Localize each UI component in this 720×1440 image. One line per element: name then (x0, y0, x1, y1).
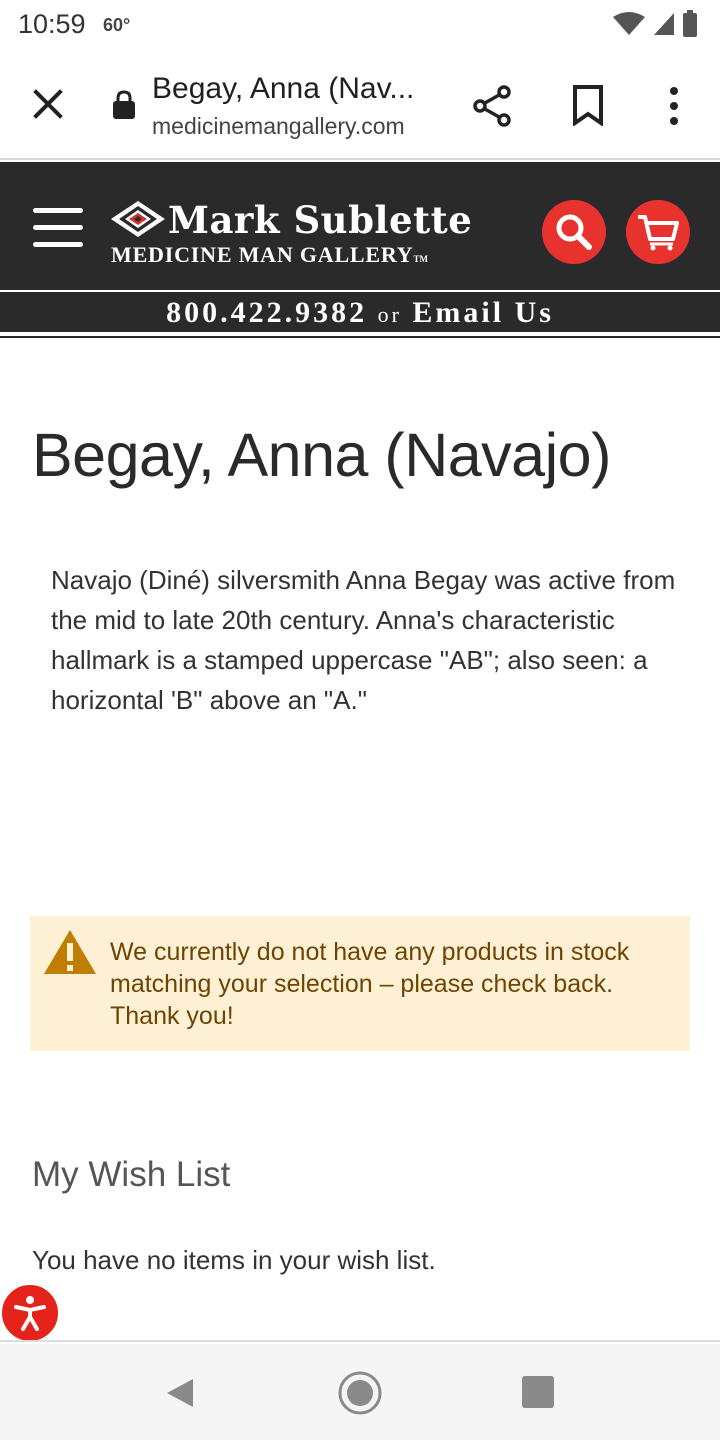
logo-diamond-icon[interactable] (110, 200, 166, 238)
back-icon[interactable] (163, 1376, 197, 1410)
url-text[interactable]: medicinemangallery.com (152, 113, 405, 140)
recents-icon[interactable] (522, 1376, 554, 1408)
status-temperature: 60° (103, 15, 131, 35)
warning-icon (44, 930, 96, 974)
accessibility-button[interactable] (0, 1283, 60, 1343)
wishlist-empty-message: You have no items in your wish list. (32, 1245, 436, 1275)
header-divider (0, 336, 720, 338)
browser-toolbar: Begay, Anna (Nav... medicinemangallery.c… (0, 50, 720, 160)
signal-icon (654, 13, 674, 35)
status-time: 10:59 (18, 9, 86, 39)
cart-button[interactable] (626, 200, 690, 264)
wishlist-title: My Wish List (32, 1155, 231, 1194)
email-link[interactable]: Email Us (412, 296, 554, 329)
status-icons (612, 10, 698, 38)
site-header: Mark Sublette MEDICINE MAN GALLERYTM (0, 162, 720, 290)
page-title: Begay, Anna (Navajo) (32, 421, 611, 489)
status-bar: 10:59 60° (0, 0, 720, 50)
wifi-icon (613, 12, 645, 35)
battery-icon (683, 10, 697, 37)
cart-icon (638, 215, 679, 251)
page-tab-title[interactable]: Begay, Anna (Nav... (152, 72, 414, 106)
or-text: or (377, 302, 402, 327)
home-icon[interactable] (337, 1370, 383, 1416)
accessibility-icon (14, 1296, 46, 1331)
artist-description: Navajo (Diné) silversmith Anna Begay was… (51, 565, 676, 715)
contact-bar: 800.422.9382 or Email Us (0, 290, 720, 334)
close-icon[interactable] (28, 84, 68, 124)
logo-trademark: TM (413, 254, 428, 264)
no-products-notice: We currently do not have any products in… (30, 916, 690, 1051)
more-vert-icon[interactable] (662, 84, 686, 128)
search-button[interactable] (542, 200, 606, 264)
logo-name[interactable]: Mark Sublette (168, 198, 472, 242)
logo-gallery-text: MEDICINE MAN GALLERY (111, 242, 414, 267)
menu-icon[interactable] (33, 208, 85, 248)
search-icon (556, 214, 592, 250)
bookmark-icon[interactable] (570, 84, 606, 126)
lock-icon (113, 90, 135, 119)
system-nav-bar (0, 1344, 720, 1440)
logo-gallery-name[interactable]: MEDICINE MAN GALLERYTM (111, 242, 428, 268)
notice-text: We currently do not have any products in… (110, 938, 630, 1030)
share-icon[interactable] (470, 84, 514, 128)
phone-link[interactable]: 800.422.9382 (166, 296, 367, 329)
page-divider (0, 1340, 720, 1342)
